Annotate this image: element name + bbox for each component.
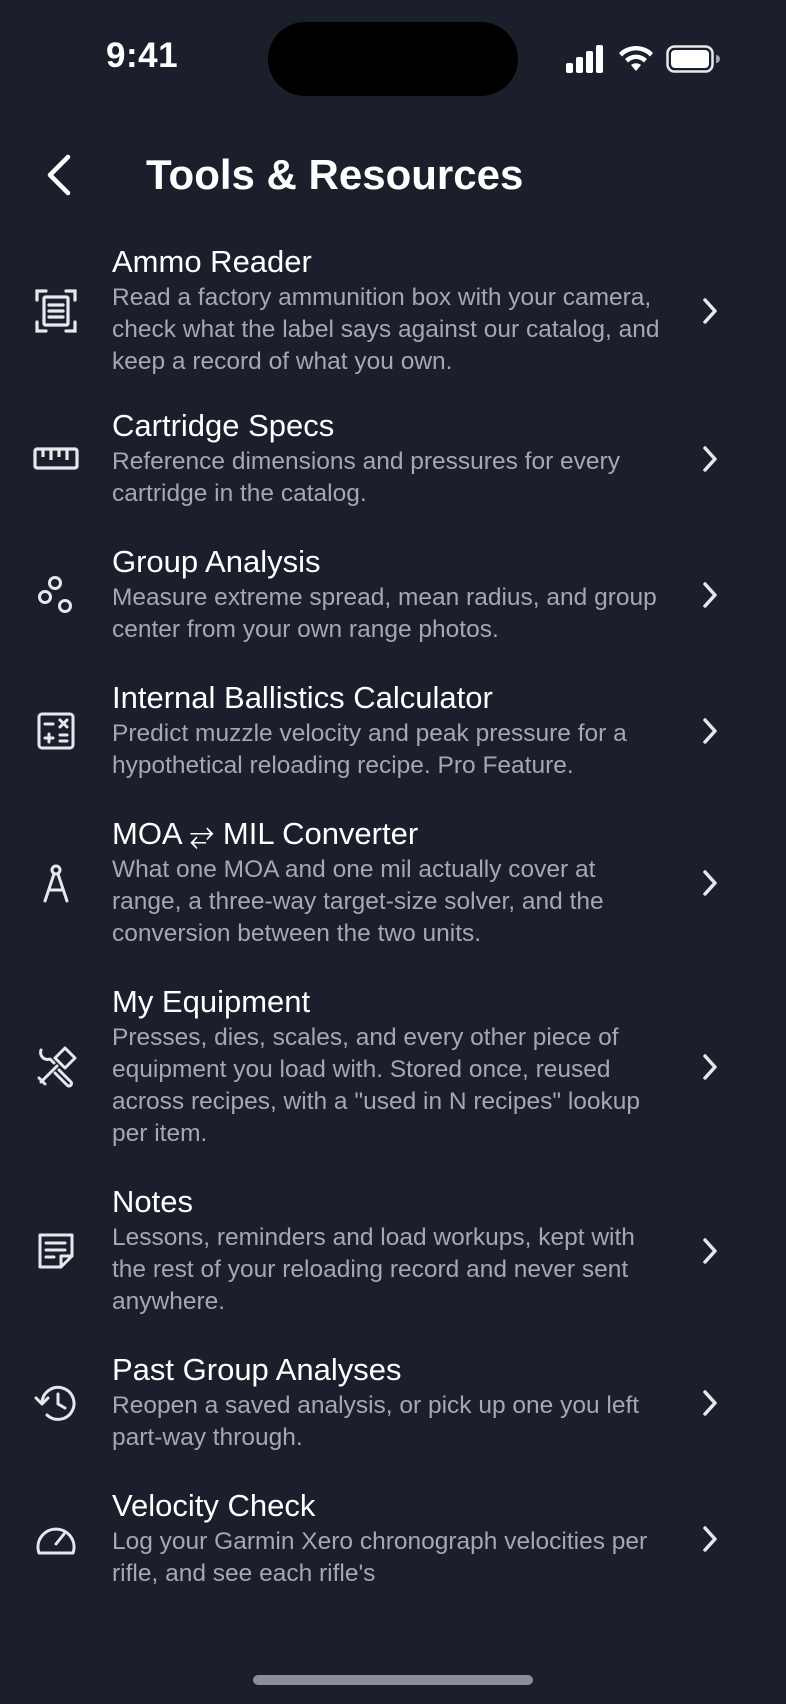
calculator-icon [0, 711, 112, 751]
chevron-right-icon [680, 1525, 740, 1553]
item-description: Predict muzzle velocity and peak pressur… [112, 720, 627, 779]
item-description: Reference dimensions and pressures for e… [112, 448, 620, 507]
compass-drafting-icon [0, 862, 112, 904]
item-title: Group Analysis [112, 544, 321, 579]
item-title: My Equipment [112, 984, 311, 1019]
item-description: Presses, dies, scales, and every other p… [112, 1024, 641, 1147]
item-description: Log your Garmin Xero chronograph velocit… [112, 1528, 648, 1587]
bottom-safe-area [0, 1636, 786, 1704]
chevron-right-icon [680, 445, 740, 473]
list-item-moa-mil-converter[interactable]: MOA ⥂ MIL Converter What one MOA and one… [0, 816, 786, 950]
list-item-past-group-analyses[interactable]: Past Group Analyses Reopen a saved analy… [0, 1352, 786, 1454]
list-item-ammo-reader[interactable]: Ammo Reader Read a factory ammunition bo… [0, 244, 786, 378]
speedometer-icon [0, 1522, 112, 1556]
item-title: Velocity Check [112, 1488, 316, 1523]
page-title: Tools & Resources [146, 151, 524, 198]
tools-list: Ammo Reader Read a factory ammunition bo… [0, 244, 786, 1622]
status-time: 9:41 [106, 36, 179, 75]
item-description: Lessons, reminders and load workups, kep… [112, 1224, 635, 1315]
list-item-cartridge-specs[interactable]: Cartridge Specs Reference dimensions and… [0, 408, 786, 510]
item-title: Past Group Analyses [112, 1352, 402, 1387]
cellular-signal-icon [566, 45, 606, 73]
item-description: Read a factory ammunition box with your … [112, 284, 660, 375]
back-button[interactable] [34, 150, 84, 200]
chevron-right-icon [680, 717, 740, 745]
dynamic-island [268, 22, 518, 96]
list-item-group-analysis[interactable]: Group Analysis Measure extreme spread, m… [0, 544, 786, 646]
item-description: Measure extreme spread, mean radius, and… [112, 584, 657, 643]
chevron-left-icon [44, 154, 74, 196]
chevron-right-icon [680, 1389, 740, 1417]
item-title: Internal Ballistics Calculator [112, 680, 493, 715]
list-item-internal-ballistics-calculator[interactable]: Internal Ballistics Calculator Predict m… [0, 680, 786, 782]
wifi-icon [618, 45, 654, 73]
list-item-my-equipment[interactable]: My Equipment Presses, dies, scales, and … [0, 984, 786, 1150]
status-icons [566, 42, 720, 76]
home-indicator[interactable] [253, 1675, 533, 1685]
item-title: Notes [112, 1184, 193, 1219]
tools-icon [0, 1046, 112, 1088]
history-icon [0, 1383, 112, 1423]
chevron-right-icon [680, 297, 740, 325]
item-title: MOA ⥂ MIL Converter [112, 816, 419, 851]
item-description: What one MOA and one mil actually cover … [112, 856, 604, 947]
scatter-circles-icon [0, 575, 112, 615]
navigation-bar: Tools & Resources [0, 140, 786, 210]
scan-document-icon [0, 288, 112, 334]
item-description: Reopen a saved analysis, or pick up one … [112, 1392, 640, 1451]
item-title: Ammo Reader [112, 244, 312, 279]
battery-icon [666, 45, 720, 73]
chevron-right-icon [680, 869, 740, 897]
list-item-notes[interactable]: Notes Lessons, reminders and load workup… [0, 1184, 786, 1318]
item-title: Cartridge Specs [112, 408, 335, 443]
status-bar: 9:41 [0, 0, 786, 120]
chevron-right-icon [680, 1237, 740, 1265]
chevron-right-icon [680, 1053, 740, 1081]
ruler-icon [0, 446, 112, 472]
chevron-right-icon [680, 581, 740, 609]
note-icon [0, 1232, 112, 1270]
list-item-velocity-check[interactable]: Velocity Check Log your Garmin Xero chro… [0, 1488, 786, 1590]
